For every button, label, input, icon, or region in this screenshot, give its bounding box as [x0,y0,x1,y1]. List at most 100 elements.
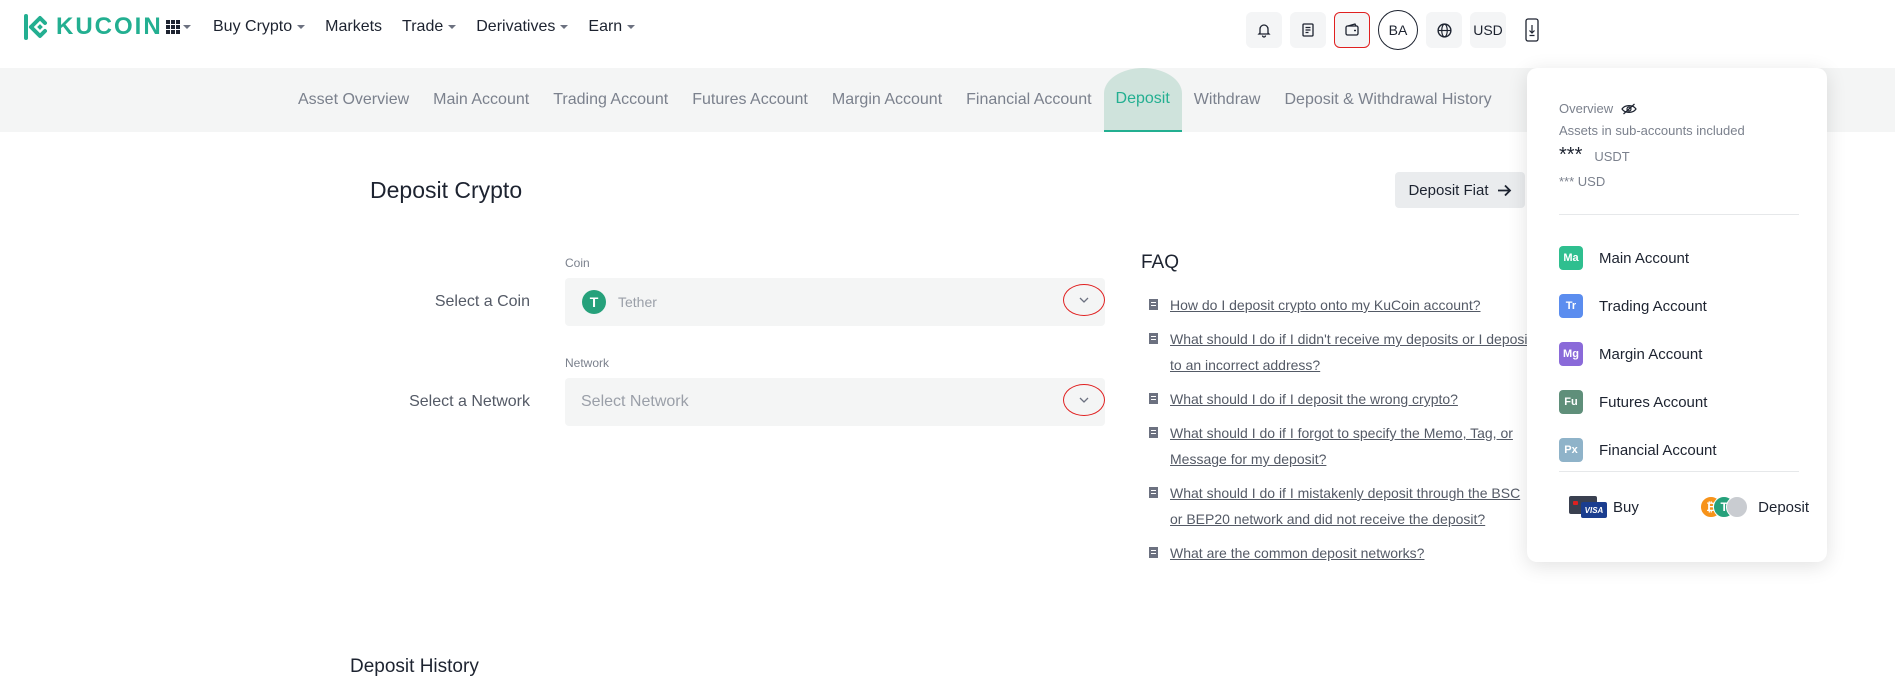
account-label: Trading Account [1599,297,1707,315]
header-actions: BA USD [1246,10,1550,50]
globe-icon [1436,22,1452,38]
chevron-down-icon [1079,297,1089,303]
network-select-placeholder: Select Network [581,393,689,410]
faq-item: What should I do if I deposit the wrong … [1149,386,1534,412]
panel-actions: VISA Buy ₿ T Deposit [1569,496,1809,518]
caret-down-icon [627,25,636,29]
select-network-label: Select a Network [409,393,530,410]
coin-icon [1726,496,1749,518]
balance-unit: USDT [1594,149,1630,164]
tab-deposit[interactable]: Deposit [1103,68,1182,132]
select-coin-label: Select a Coin [434,293,530,310]
divider [1559,214,1799,215]
download-icon [1525,18,1539,42]
orders-button[interactable] [1290,12,1326,48]
tab-margin-account[interactable]: Margin Account [820,68,954,132]
user-avatar[interactable]: BA [1378,10,1418,50]
page-title: Deposit Crypto [370,177,523,203]
panel-deposit-button[interactable]: ₿ T Deposit [1700,496,1809,518]
futures-account-icon: Fu [1559,390,1583,414]
document-icon [1149,487,1158,498]
apps-menu-button[interactable] [166,20,191,34]
notifications-button[interactable] [1246,12,1282,48]
margin-account-icon: Mg [1559,342,1583,366]
usd-balance-masked: *** USD [1559,174,1606,189]
faq-item: What should I do if I mistakenly deposit… [1149,480,1534,532]
bell-icon [1257,24,1271,38]
panel-item-futures-account[interactable]: Fu Futures Account [1559,378,1717,426]
account-label: Margin Account [1599,345,1703,363]
buy-label: Buy [1613,498,1639,516]
subaccounts-note: Assets in sub-accounts included [1559,123,1745,138]
account-label: Main Account [1599,249,1690,267]
coin-dropdown-toggle[interactable] [1063,284,1105,316]
panel-item-main-account[interactable]: Ma Main Account [1559,234,1717,282]
tab-deposit-withdrawal-history[interactable]: Deposit & Withdrawal History [1272,68,1503,132]
faq-title: FAQ [1141,252,1180,273]
wallet-button[interactable] [1334,12,1370,48]
orders-icon [1302,23,1314,37]
caret-down-icon [297,25,306,29]
brand-name: KUCOIN [56,13,163,40]
faq-link[interactable]: What are the common deposit networks? [1170,540,1424,566]
tether-coin-icon: T [582,290,606,314]
chevron-down-icon [1079,397,1089,403]
currency-button[interactable]: USD [1470,12,1506,48]
panel-item-financial-account[interactable]: Px Financial Account [1559,426,1717,474]
download-app-button[interactable] [1514,12,1550,48]
faq-link[interactable]: What should I do if I mistakenly deposit… [1170,480,1534,532]
eye-hidden-icon[interactable] [1621,103,1637,115]
tab-trading-account[interactable]: Trading Account [541,68,680,132]
language-button[interactable] [1426,12,1462,48]
assets-tabs: Asset Overview Main Account Trading Acco… [286,68,1504,132]
faq-link[interactable]: How do I deposit crypto onto my KuCoin a… [1170,292,1481,318]
tab-withdraw[interactable]: Withdraw [1182,68,1273,132]
kucoin-logo-icon [24,14,47,40]
panel-item-margin-account[interactable]: Mg Margin Account [1559,330,1717,378]
nav-trade[interactable]: Trade [402,18,457,36]
document-icon [1149,393,1158,404]
trading-account-icon: Tr [1559,294,1583,318]
nav-label: Derivatives [476,18,556,35]
divider [1559,471,1799,472]
arrow-right-icon [1497,184,1511,196]
balance-row: *** USDT [1559,144,1630,167]
coin-select-value: Tether [618,294,657,310]
nav-derivatives[interactable]: Derivatives [476,18,569,36]
deposit-fiat-label: Deposit Fiat [1408,181,1489,199]
tab-main-account[interactable]: Main Account [421,68,541,132]
faq-link[interactable]: What should I do if I deposit the wrong … [1170,386,1458,412]
faq-item: How do I deposit crypto onto my KuCoin a… [1149,292,1534,318]
credit-card-icon: VISA [1569,496,1607,518]
faq-item: What should I do if I didn't receive my … [1149,326,1534,378]
caret-down-icon [183,25,191,29]
main-account-icon: Ma [1559,246,1583,270]
nav-buy-crypto[interactable]: Buy Crypto [213,18,306,36]
faq-item: What should I do if I forgot to specify … [1149,420,1534,472]
panel-item-trading-account[interactable]: Tr Trading Account [1559,282,1717,330]
nav-label: Earn [588,18,623,35]
deposit-fiat-button[interactable]: Deposit Fiat [1395,172,1525,208]
tab-asset-overview[interactable]: Asset Overview [286,68,421,132]
document-icon [1149,547,1158,558]
nav-label: Markets [325,18,383,35]
faq-link[interactable]: What should I do if I forgot to specify … [1170,420,1534,472]
nav-markets[interactable]: Markets [325,18,382,36]
overview-row: Overview [1559,101,1637,116]
faq-link[interactable]: What should I do if I didn't receive my … [1170,326,1534,378]
main-nav: Buy Crypto Markets Trade Derivatives Ear… [213,18,636,36]
coin-select[interactable]: T Tether [565,278,1105,326]
top-header: KUCOIN Buy Crypto Markets Trade Derivati… [0,0,1895,58]
nav-earn[interactable]: Earn [588,18,636,36]
buy-button[interactable]: VISA Buy [1569,496,1639,518]
network-caption: Network [565,356,610,370]
kucoin-logo[interactable]: KUCOIN [22,13,163,41]
network-select[interactable]: Select Network [565,378,1105,426]
tab-financial-account[interactable]: Financial Account [954,68,1103,132]
nav-label: Trade [402,18,444,35]
coin-caption: Coin [565,256,590,270]
deposit-history-title: Deposit History [350,656,479,677]
wallet-dropdown-panel: Overview Assets in sub-accounts included… [1527,68,1827,562]
network-dropdown-toggle[interactable] [1063,384,1105,416]
tab-futures-account[interactable]: Futures Account [680,68,820,132]
